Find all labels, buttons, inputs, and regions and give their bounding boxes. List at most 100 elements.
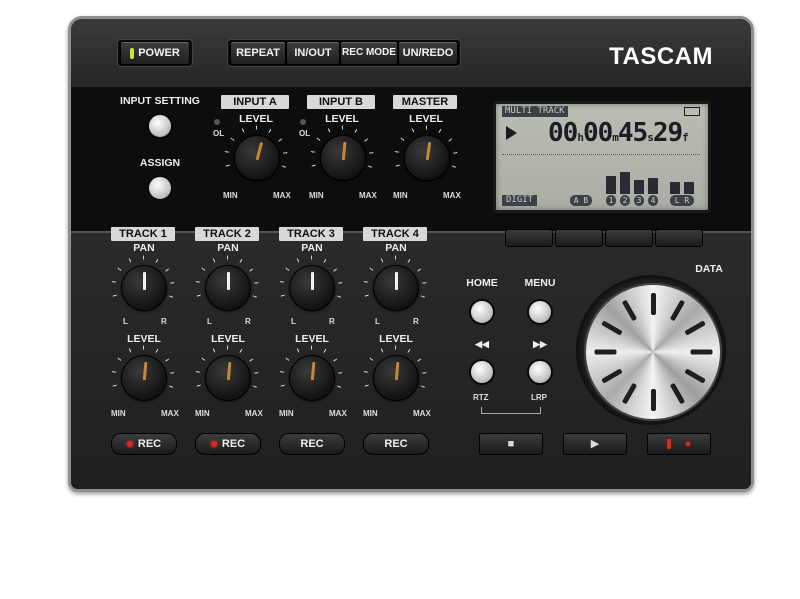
home-label: HOME [466,277,498,289]
track-3-pan-knob[interactable] [289,265,335,311]
function-key-3[interactable] [605,229,653,247]
track-3-pan-label: PAN [301,242,323,254]
stop-button[interactable]: ■ [479,433,543,455]
track-3-pan-r: R [329,317,335,326]
un-redo-button[interactable]: UN/REDO [398,41,458,65]
track-3-min: MIN [279,409,294,418]
lcd-hours: 00 [548,118,578,148]
track-4-level-knob[interactable] [373,355,419,401]
track-2-max: MAX [245,409,263,418]
input-setting-button[interactable] [147,113,173,139]
track-1-tag: TRACK 1 [111,227,175,241]
lcd-separator [502,154,700,155]
track-1-meter [606,176,616,194]
lcd-time: 00h00m45s29f [548,118,689,148]
track-3-level-label: LEVEL [295,333,329,345]
track-4-meter [648,178,658,194]
forward-button[interactable] [527,359,553,385]
data-wheel[interactable] [576,275,726,425]
track-1-pan-knob[interactable] [121,265,167,311]
track-3-level-knob[interactable] [289,355,335,401]
input-a-min-label: MIN [223,191,238,200]
track-1-pan-l: L [123,317,128,326]
menu-button[interactable] [527,299,553,325]
rewind-icon: ◀◀ [475,339,489,349]
track-1-rec-button[interactable]: REC [111,433,177,455]
input-b-level-knob[interactable] [320,135,366,181]
master-max-label: MAX [443,191,461,200]
tascam-recorder: POWER REPEAT IN/OUT REC MODE UN/REDO TAS… [68,16,754,492]
wheel-mark [621,299,638,322]
track-2-pan-label: PAN [217,242,239,254]
input-a-max-label: MAX [273,191,291,200]
track-2-rec-button[interactable]: REC [195,433,261,455]
input-b-ol-led [300,119,306,125]
track-2-tag: TRACK 2 [195,227,259,241]
wheel-mark [651,389,656,411]
lcd-minutes: 00 [582,118,613,148]
lcd-mode: MULTI TRACK [502,106,568,117]
track-3-rec-button[interactable]: REC [279,433,345,455]
track-2-level-knob[interactable] [205,355,251,401]
track-3-rec-label: REC [300,438,324,450]
rtz-lrp-bracket [481,407,541,414]
lcd-track-1-label: 1 [606,195,616,206]
forward-icon: ▶▶ [533,339,547,349]
lcd-frames-unit: f [682,131,689,144]
rtz-label: RTZ [473,393,489,402]
track-4-rec-button[interactable]: REC [363,433,429,455]
rewind-button[interactable] [469,359,495,385]
track-2-pan-r: R [245,317,251,326]
input-setting-label: INPUT SETTING [120,95,200,107]
wheel-mark [621,382,638,405]
record-button[interactable]: ● [647,433,711,455]
power-button[interactable]: POWER [120,41,190,65]
track-2-level-label: LEVEL [211,333,245,345]
lcd-frames: 29 [652,118,683,148]
record-led [666,439,671,450]
battery-icon [684,107,700,116]
lcd-track-4-label: 4 [648,195,658,206]
home-button[interactable] [469,299,495,325]
input-b-ol-label: OL [299,129,311,138]
track-4-rec-label: REC [384,438,408,450]
track-1-pan-r: R [161,317,167,326]
master-tag: MASTER [393,95,457,109]
transport-mode-group: REPEAT IN/OUT REC MODE UN/REDO [227,39,461,67]
track-4-pan-l: L [375,317,380,326]
play-button[interactable]: ▶ [563,433,627,455]
brand-logo: TASCAM [609,43,713,70]
track-1-rec-label: REC [137,438,162,450]
assign-label: ASSIGN [139,157,181,169]
function-key-2[interactable] [555,229,603,247]
track-2-pan-l: L [207,317,212,326]
wheel-mark [690,349,713,355]
track-4-level-label: LEVEL [379,333,413,345]
wheel-mark [684,368,706,384]
master-level-knob[interactable] [404,135,450,181]
function-key-1[interactable] [505,229,553,247]
input-a-level-knob[interactable] [234,135,280,181]
in-out-button[interactable]: IN/OUT [286,41,340,65]
track-1-level-knob[interactable] [121,355,167,401]
assign-button[interactable] [147,175,173,201]
menu-label: MENU [524,277,556,289]
wheel-mark [669,382,686,405]
track-4-pan-knob[interactable] [373,265,419,311]
lcd-seconds: 45 [617,118,648,148]
lrp-label: LRP [531,393,547,402]
wheel-mark [684,320,706,336]
lcd-display: MULTI TRACK 00h00m45s29f DIGIT A B 1 2 3… [493,101,711,213]
wheel-mark [669,299,686,322]
track-4-min: MIN [363,409,378,418]
lcd-digit-label: DIGIT [502,195,538,206]
track-2-pan-knob[interactable] [205,265,251,311]
repeat-button[interactable]: REPEAT [230,41,286,65]
play-status-icon [506,126,517,140]
track-1-level-label: LEVEL [127,333,161,345]
rec-mode-button[interactable]: REC MODE [340,41,398,65]
function-key-4[interactable] [655,229,703,247]
data-wheel-face [584,283,722,421]
track-4-tag: TRACK 4 [363,227,427,241]
track-4-max: MAX [413,409,431,418]
